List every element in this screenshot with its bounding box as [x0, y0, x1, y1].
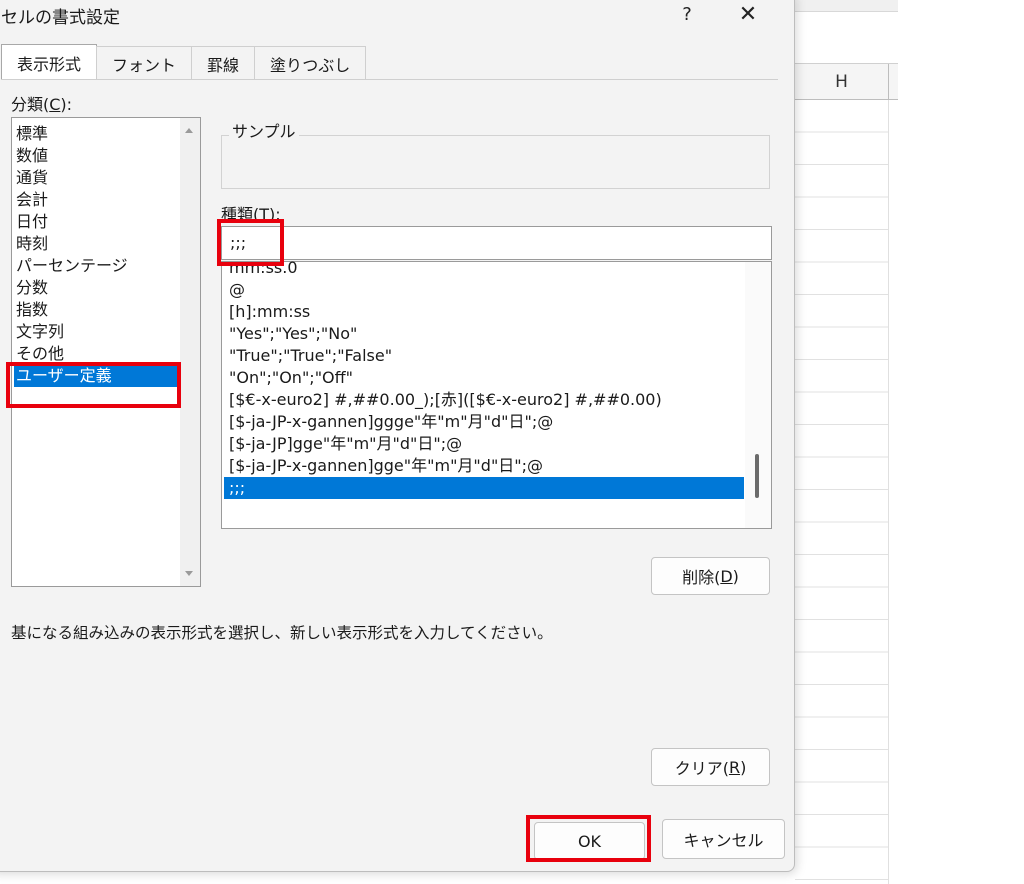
column-header-next[interactable] [889, 64, 898, 100]
ok-button[interactable]: OK [534, 822, 645, 860]
type-label: 種類(T): [221, 205, 281, 224]
category-item-accounting[interactable]: 会計 [14, 189, 180, 211]
tab-bar: 表示形式 フォント 罫線 塗りつぶし [1, 44, 367, 80]
tab-divider [1, 79, 778, 80]
category-item-text[interactable]: 文字列 [14, 321, 180, 343]
format-cells-dialog: セルの書式設定 ? ✕ 表示形式 フォント 罫線 塗りつぶし 分類(C): 標準… [0, 0, 795, 872]
help-button[interactable]: ? [672, 1, 702, 29]
sample-label: サンプル [229, 118, 299, 142]
category-item-fraction[interactable]: 分数 [14, 277, 180, 299]
format-item[interactable]: @ [224, 279, 744, 301]
format-item[interactable]: [$€-x-euro2] #,##0.00_);[赤]([$€-x-euro2]… [224, 389, 744, 411]
category-item-scientific[interactable]: 指数 [14, 299, 180, 321]
formula-bar-area [795, 12, 898, 64]
tab-fill[interactable]: 塗りつぶし [254, 46, 367, 80]
format-item[interactable]: "On";"On";"Off" [224, 367, 744, 389]
column-header-h[interactable]: H [795, 64, 889, 100]
tab-font[interactable]: フォント [96, 46, 193, 80]
category-list[interactable]: 標準 数値 通貨 会計 日付 時刻 パーセンテージ 分数 指数 文字列 その他 … [11, 117, 201, 587]
scroll-down-arrow-icon[interactable] [185, 571, 193, 576]
ribbon-edge [795, 0, 898, 12]
format-item[interactable]: mm:ss.0 [224, 257, 744, 279]
tab-number-format[interactable]: 表示形式 [1, 44, 98, 80]
category-item-special[interactable]: その他 [14, 343, 180, 365]
instruction-text: 基になる組み込みの表示形式を選択し、新しい表示形式を入力してください。 [11, 624, 553, 642]
category-item-time[interactable]: 時刻 [14, 233, 180, 255]
type-input[interactable]: ;;; [221, 226, 772, 260]
category-item-number[interactable]: 数値 [14, 145, 180, 167]
category-item-date[interactable]: 日付 [14, 211, 180, 233]
dialog-title: セルの書式設定 [1, 8, 120, 28]
format-item[interactable]: [$-ja-JP-x-gannen]gge"年"m"月"d"日";@ [224, 455, 744, 477]
category-label: 分類(C): [11, 95, 73, 114]
category-item-percentage[interactable]: パーセンテージ [14, 255, 180, 277]
format-item[interactable]: [$-ja-JP]gge"年"m"月"d"日";@ [224, 433, 744, 455]
format-item[interactable]: "Yes";"Yes";"No" [224, 323, 744, 345]
scrollbar-thumb[interactable] [755, 454, 759, 498]
format-item[interactable]: [h]:mm:ss [224, 301, 744, 323]
format-item[interactable]: "True";"True";"False" [224, 345, 744, 367]
category-item-currency[interactable]: 通貨 [14, 167, 180, 189]
cell-grid[interactable] [795, 100, 889, 884]
delete-button[interactable]: 削除(D) [651, 557, 770, 595]
tab-border[interactable]: 罫線 [191, 46, 256, 80]
sample-frame [221, 135, 770, 189]
category-scrollbar[interactable] [180, 118, 200, 586]
clear-button[interactable]: クリア(R) [651, 748, 770, 786]
format-item-selected[interactable]: ;;; [224, 477, 744, 499]
format-code-list[interactable]: mm:ss.0 @ [h]:mm:ss "Yes";"Yes";"No" "Tr… [221, 258, 772, 529]
spreadsheet-background: H [795, 0, 898, 884]
category-item-custom[interactable]: ユーザー定義 [14, 365, 180, 387]
format-list-scrollbar[interactable] [745, 262, 771, 528]
category-item-general[interactable]: 標準 [14, 123, 180, 145]
format-item[interactable]: [$-ja-JP-x-gannen]ggge"年"m"月"d"日";@ [224, 411, 744, 433]
scroll-up-arrow-icon[interactable] [185, 128, 193, 133]
cancel-button[interactable]: キャンセル [662, 819, 785, 859]
close-button[interactable]: ✕ [731, 1, 765, 29]
